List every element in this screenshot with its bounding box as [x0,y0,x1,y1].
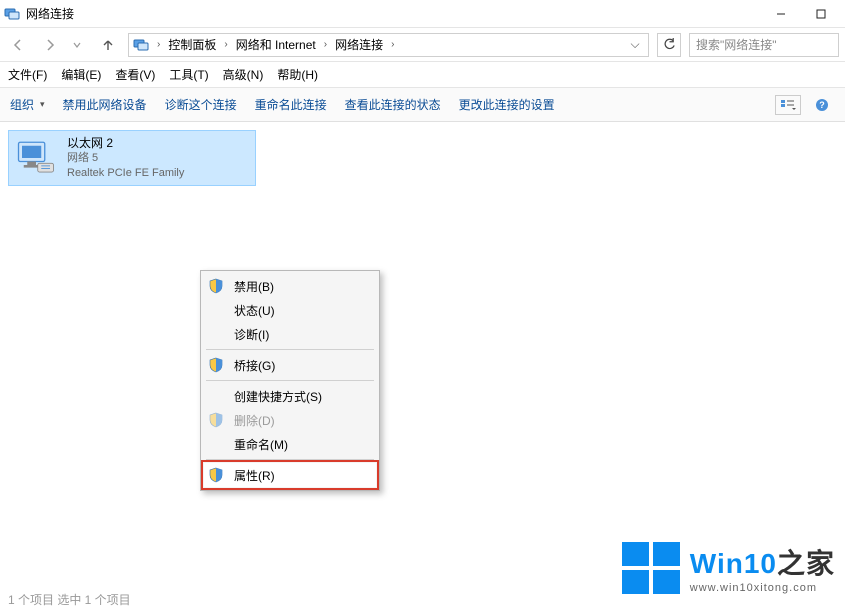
ctx-diagnose[interactable]: 诊断(I) [204,322,376,346]
shield-icon [208,412,224,428]
minimize-button[interactable] [761,1,801,27]
toolbar-disable-device[interactable]: 禁用此网络设备 [63,96,147,113]
watermark-title-a: Win10 [690,548,777,579]
context-separator [206,459,374,460]
context-menu: 禁用(B) 状态(U) 诊断(I) 桥接(G) 创建快捷方式(S) 删除(D) … [200,270,380,491]
menu-help[interactable]: 帮助(H) [277,66,318,83]
ctx-bridge[interactable]: 桥接(G) [204,353,376,377]
menu-tools[interactable]: 工具(T) [169,66,208,83]
menu-edit[interactable]: 编辑(E) [61,66,101,83]
window-controls [761,1,841,27]
chevron-right-icon[interactable]: › [222,39,229,50]
menu-file[interactable]: 文件(F) [8,66,47,83]
navbar: › 控制面板 › 网络和 Internet › 网络连接 › ⌵ 搜索"网络连接… [0,28,845,62]
breadcrumb-segment[interactable]: 网络和 Internet [232,34,320,56]
toolbar-diagnose[interactable]: 诊断这个连接 [165,96,237,113]
toolbar-view-status[interactable]: 查看此连接的状态 [345,96,441,113]
ctx-delete: 删除(D) [204,408,376,432]
adapter-text: 以太网 2 网络 5 Realtek PCIe FE Family [67,135,184,181]
watermark: Win10之家 www.win10xitong.com [622,542,835,594]
ctx-create-shortcut[interactable]: 创建快捷方式(S) [204,384,376,408]
menu-view[interactable]: 查看(V) [115,66,155,83]
adapter-device: Realtek PCIe FE Family [67,166,184,181]
ethernet-adapter-icon [15,137,57,179]
shield-icon [208,278,224,294]
adapter-network: 网络 5 [67,151,184,166]
window-title: 网络连接 [26,5,761,22]
menu-advanced[interactable]: 高级(N) [223,66,264,83]
context-separator [206,380,374,381]
windows-logo-icon [622,542,680,594]
refresh-button[interactable] [657,33,681,57]
network-adapter-item[interactable]: 以太网 2 网络 5 Realtek PCIe FE Family [8,130,256,186]
search-placeholder: 搜索"网络连接" [696,36,777,53]
shield-icon [208,467,224,483]
nav-forward-button[interactable] [38,33,62,57]
svg-text:?: ? [819,100,825,110]
ctx-disable[interactable]: 禁用(B) [204,274,376,298]
chevron-right-icon[interactable]: › [389,39,396,50]
context-separator [206,349,374,350]
watermark-text: Win10之家 www.win10xitong.com [690,542,835,594]
help-button[interactable]: ? [809,95,835,115]
view-options-button[interactable] [775,95,801,115]
breadcrumb-segment[interactable]: 控制面板 [164,34,220,56]
nav-history-dropdown[interactable] [70,33,84,57]
control-panel-icon [133,37,149,53]
search-input[interactable]: 搜索"网络连接" [689,33,839,57]
maximize-button[interactable] [801,1,841,27]
toolbar-organize[interactable]: 组织 [10,96,45,113]
chevron-right-icon[interactable]: › [155,39,162,50]
watermark-title-b: 之家 [777,548,835,579]
content-area: 以太网 2 网络 5 Realtek PCIe FE Family 禁用(B) … [0,122,845,612]
shield-icon [208,357,224,373]
toolbar-rename[interactable]: 重命名此连接 [255,96,327,113]
breadcrumb-dropdown[interactable]: ⌵ [626,37,644,52]
breadcrumb-segment[interactable]: 网络连接 [331,34,387,56]
network-connections-icon [4,6,20,22]
toolbar-change-settings[interactable]: 更改此连接的设置 [459,96,555,113]
nav-back-button[interactable] [6,33,30,57]
nav-up-button[interactable] [96,33,120,57]
breadcrumb[interactable]: › 控制面板 › 网络和 Internet › 网络连接 › ⌵ [128,33,649,57]
chevron-right-icon[interactable]: › [322,39,329,50]
titlebar: 网络连接 [0,0,845,28]
ctx-rename[interactable]: 重命名(M) [204,432,376,456]
watermark-url: www.win10xitong.com [690,582,835,594]
adapter-name: 以太网 2 [67,135,184,151]
ctx-properties[interactable]: 属性(R) [204,463,376,487]
menubar: 文件(F) 编辑(E) 查看(V) 工具(T) 高级(N) 帮助(H) [0,62,845,88]
ctx-status[interactable]: 状态(U) [204,298,376,322]
toolbar: 组织 禁用此网络设备 诊断这个连接 重命名此连接 查看此连接的状态 更改此连接的… [0,88,845,122]
status-bar-text: 1 个项目 选中 1 个项目 [8,591,131,608]
